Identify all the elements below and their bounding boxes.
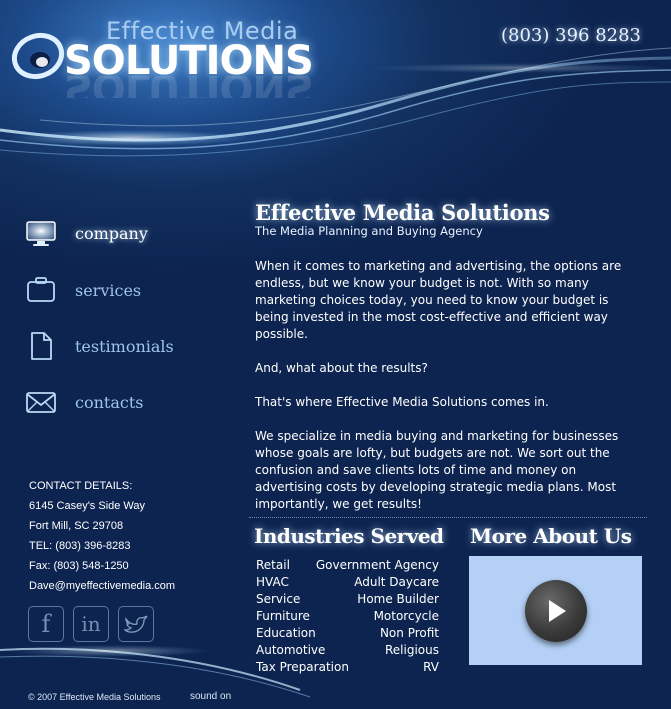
nav-item-contacts[interactable]: contacts	[22, 382, 232, 422]
nav-label: contacts	[75, 392, 144, 412]
nav-label: company	[75, 223, 148, 243]
main-content: Effective Media Solutions The Media Plan…	[255, 200, 645, 513]
industries-list-right: Government Agency Adult Daycare Home Bui…	[316, 557, 439, 676]
footer-copyright: © 2007 Effective Media Solutions	[28, 692, 161, 702]
briefcase-icon	[22, 271, 60, 309]
document-icon	[22, 327, 60, 365]
contact-details: CONTACT DETAILS: 6145 Casey's Side Way F…	[29, 476, 175, 596]
header-phone: (803) 396 8283	[501, 25, 642, 46]
logo-reflection: SOLUTIONS	[64, 76, 313, 98]
linkedin-icon[interactable]: in	[73, 606, 109, 642]
logo-swoosh-icon	[11, 32, 65, 80]
contact-heading: CONTACT DETAILS:	[29, 480, 133, 492]
industry-item: Adult Daycare	[354, 575, 439, 589]
nav-item-company[interactable]: company	[22, 213, 232, 253]
page-subtitle: The Media Planning and Buying Agency	[255, 224, 483, 238]
facebook-icon[interactable]: f	[28, 606, 64, 642]
contact-tel: TEL: (803) 396-8283	[29, 540, 131, 552]
monitor-icon	[22, 214, 60, 252]
intro-paragraph: When it comes to marketing and advertisi…	[255, 259, 622, 341]
industry-item: Motorcycle	[373, 609, 439, 623]
contact-fax: Fax: (803) 548-1250	[29, 560, 129, 572]
nav-item-services[interactable]: services	[22, 270, 232, 310]
industry-item: Non Profit	[379, 626, 439, 640]
results-question: And, what about the results?	[255, 361, 428, 375]
more-about-title: More About Us	[470, 524, 632, 548]
industries-title: Industries Served	[254, 524, 444, 548]
nav-item-testimonials[interactable]: testimonials	[22, 326, 232, 366]
facebook-glyph: f	[41, 610, 51, 638]
industry-item: RV	[423, 660, 439, 674]
social-links: f in	[28, 606, 154, 642]
nav-label: testimonials	[75, 336, 174, 356]
intro-statement: That's where Effective Media Solutions c…	[255, 395, 549, 409]
contact-address-line1: 6145 Casey's Side Way	[29, 500, 146, 512]
envelope-icon	[22, 383, 60, 421]
specialize-paragraph: We specialize in media buying and market…	[255, 429, 619, 511]
linkedin-glyph: in	[81, 612, 101, 636]
contact-address-line2: Fort Mill, SC 29708	[29, 520, 124, 532]
twitter-bird-shape	[123, 615, 148, 633]
header: Effective Media SOLUTIONS SOLUTIONS (803…	[0, 0, 671, 190]
industry-item: Home Builder	[357, 592, 439, 606]
section-divider	[249, 517, 647, 518]
twitter-bird-icon[interactable]	[118, 606, 154, 642]
play-icon	[548, 599, 566, 622]
play-button[interactable]	[524, 579, 587, 642]
nav-label: services	[75, 280, 142, 300]
industry-item: Government Agency	[315, 558, 439, 572]
contact-email[interactable]: Dave@myeffectivemedia.com	[29, 576, 175, 596]
page-title: Effective Media Solutions	[255, 200, 550, 225]
industry-item: Religious	[385, 643, 439, 657]
video-player[interactable]	[469, 556, 642, 665]
sound-toggle[interactable]: sound on	[190, 691, 231, 702]
